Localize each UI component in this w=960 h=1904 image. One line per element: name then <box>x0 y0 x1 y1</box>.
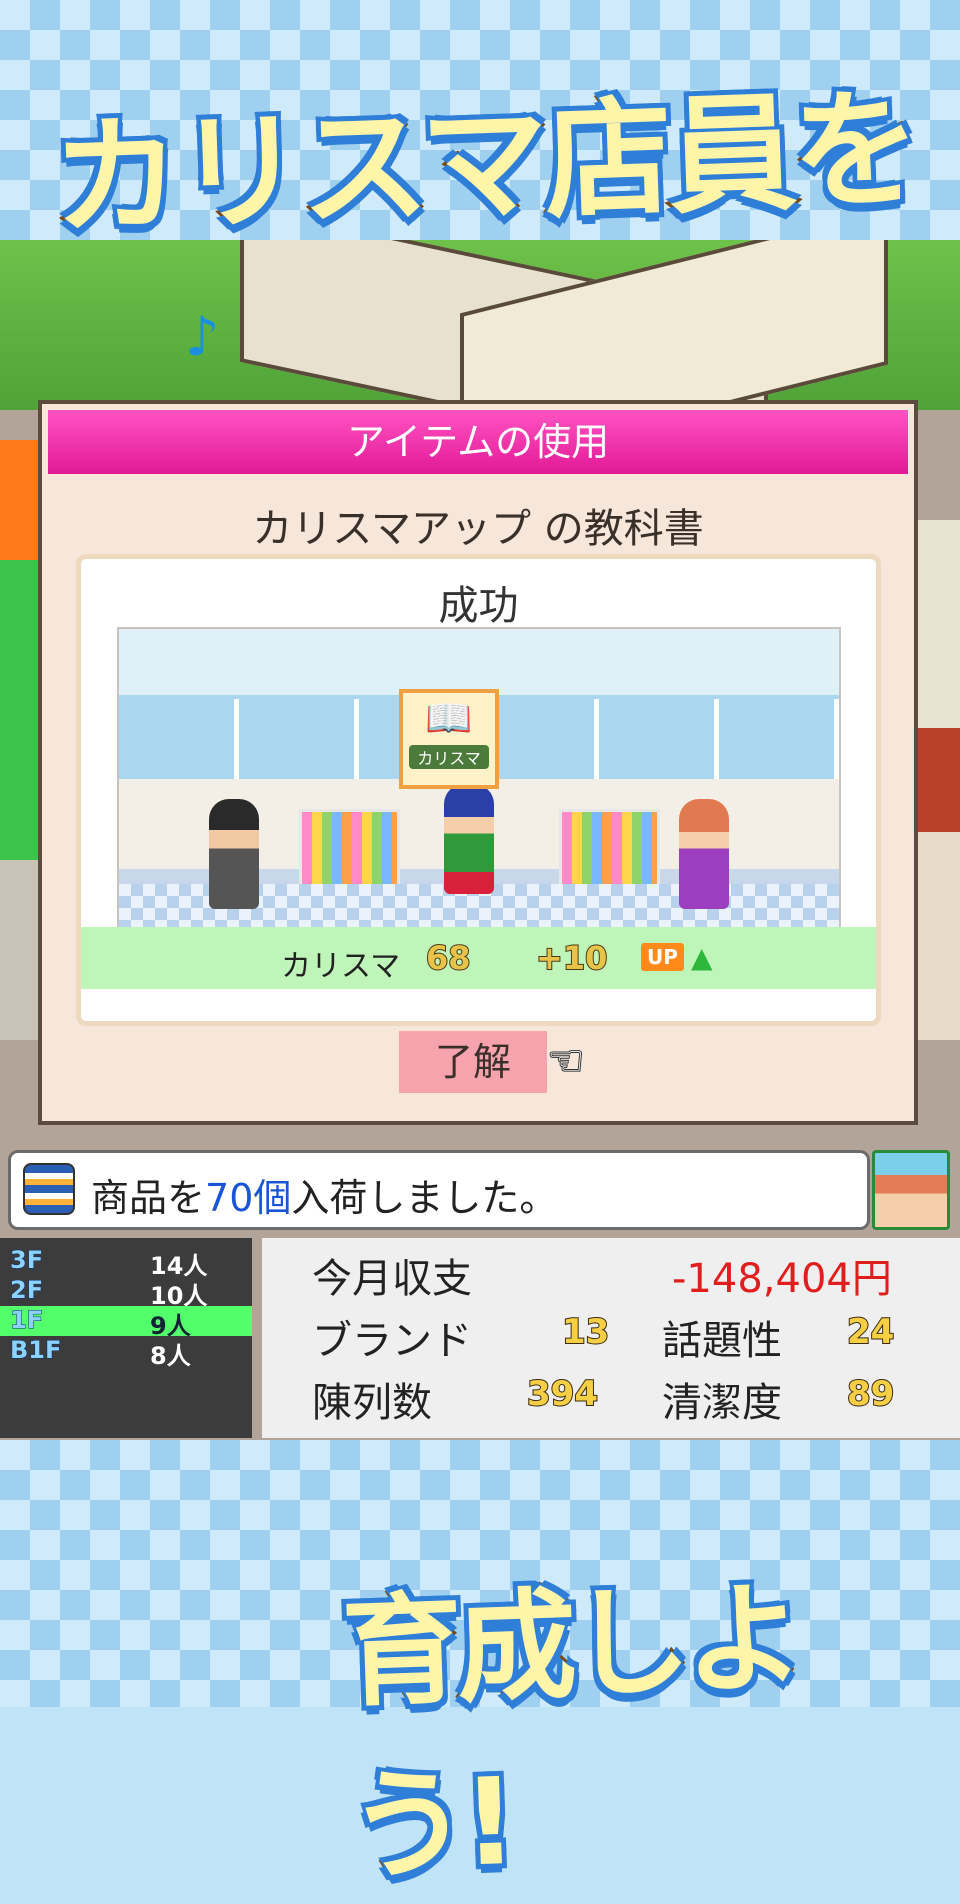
floor-name: 1F <box>9 1306 44 1335</box>
floor-name: B1F <box>9 1336 62 1365</box>
floor-list: 3F 14人 2F 10人 1F 9人 B1F 8人 <box>0 1238 252 1438</box>
result-panel: 成功 📖 カリスマ カリスマ 68 +10 UP ▲ <box>76 554 881 1026</box>
message-prefix: 商品を <box>91 1176 206 1220</box>
display-label: 陳列数 <box>312 1380 432 1426</box>
stat-result-bar: カリスマ 68 +10 UP ▲ <box>81 927 876 989</box>
store-stats: 今月収支 -148,404円 ブランド 13 話題性 24 陳列数 394 清潔… <box>262 1238 960 1438</box>
floor-row[interactable]: 3F 14人 <box>0 1246 252 1281</box>
floor-name: 2F <box>9 1276 44 1305</box>
staff-character <box>444 784 494 894</box>
message-text: 商品を70個入荷しました。 <box>91 1167 557 1222</box>
message-count: 70個 <box>205 1176 292 1220</box>
topic-value: 24 <box>846 1311 895 1353</box>
headline-bottom: 育成しよう! <box>337 1566 804 1901</box>
staff-character <box>209 799 259 909</box>
shirt-icon <box>23 1163 75 1215</box>
item-caption: カリスマ <box>409 745 489 769</box>
topic-label: 話題性 <box>662 1318 782 1364</box>
brand-label: ブランド <box>312 1318 472 1364</box>
pointing-hand-icon: ☜ <box>546 1035 586 1086</box>
ok-button[interactable]: 了解 <box>399 1031 547 1093</box>
monthly-value: -148,404円 <box>672 1256 892 1302</box>
clean-value: 89 <box>846 1373 895 1415</box>
result-title: 成功 <box>438 583 519 629</box>
item-use-dialog: アイテムの使用 カリスマアップ の教科書 成功 📖 カリスマ カリスマ 68 +… <box>38 400 918 1125</box>
brand-value: 13 <box>561 1311 610 1353</box>
message-bar: 商品を70個入荷しました。 <box>8 1150 870 1230</box>
result-illustration: 📖 カリスマ <box>117 627 841 931</box>
music-note-icon: ♪ <box>185 305 220 368</box>
up-badge: UP <box>641 943 684 971</box>
staff-character <box>679 799 729 909</box>
item-badge: 📖 カリスマ <box>399 689 499 789</box>
book-icon: 📖 <box>425 696 473 740</box>
shop-side-right <box>915 520 960 1040</box>
staff-avatar[interactable] <box>872 1150 950 1230</box>
item-name: カリスマアップ の教科書 <box>252 506 704 552</box>
display-value: 394 <box>526 1373 599 1415</box>
message-suffix: 入荷しました。 <box>291 1176 558 1220</box>
stat-increase: +10 <box>535 938 608 978</box>
headline-top: カリスマ店員を <box>47 72 922 257</box>
shop-side-left <box>0 440 40 1040</box>
floor-row[interactable]: 2F 10人 <box>0 1276 252 1311</box>
up-arrow-icon: ▲ <box>691 941 713 974</box>
stat-label: カリスマ <box>281 949 401 984</box>
floor-row-selected[interactable]: 1F 9人 <box>0 1306 252 1340</box>
clean-label: 清潔度 <box>662 1380 782 1426</box>
floor-name: 3F <box>9 1246 44 1275</box>
floor-count: 8人 <box>150 1342 191 1370</box>
stat-value: 68 <box>425 938 472 978</box>
monthly-label: 今月収支 <box>312 1256 472 1302</box>
floor-row[interactable]: B1F 8人 <box>0 1336 252 1371</box>
dialog-title: アイテムの使用 <box>48 410 908 474</box>
